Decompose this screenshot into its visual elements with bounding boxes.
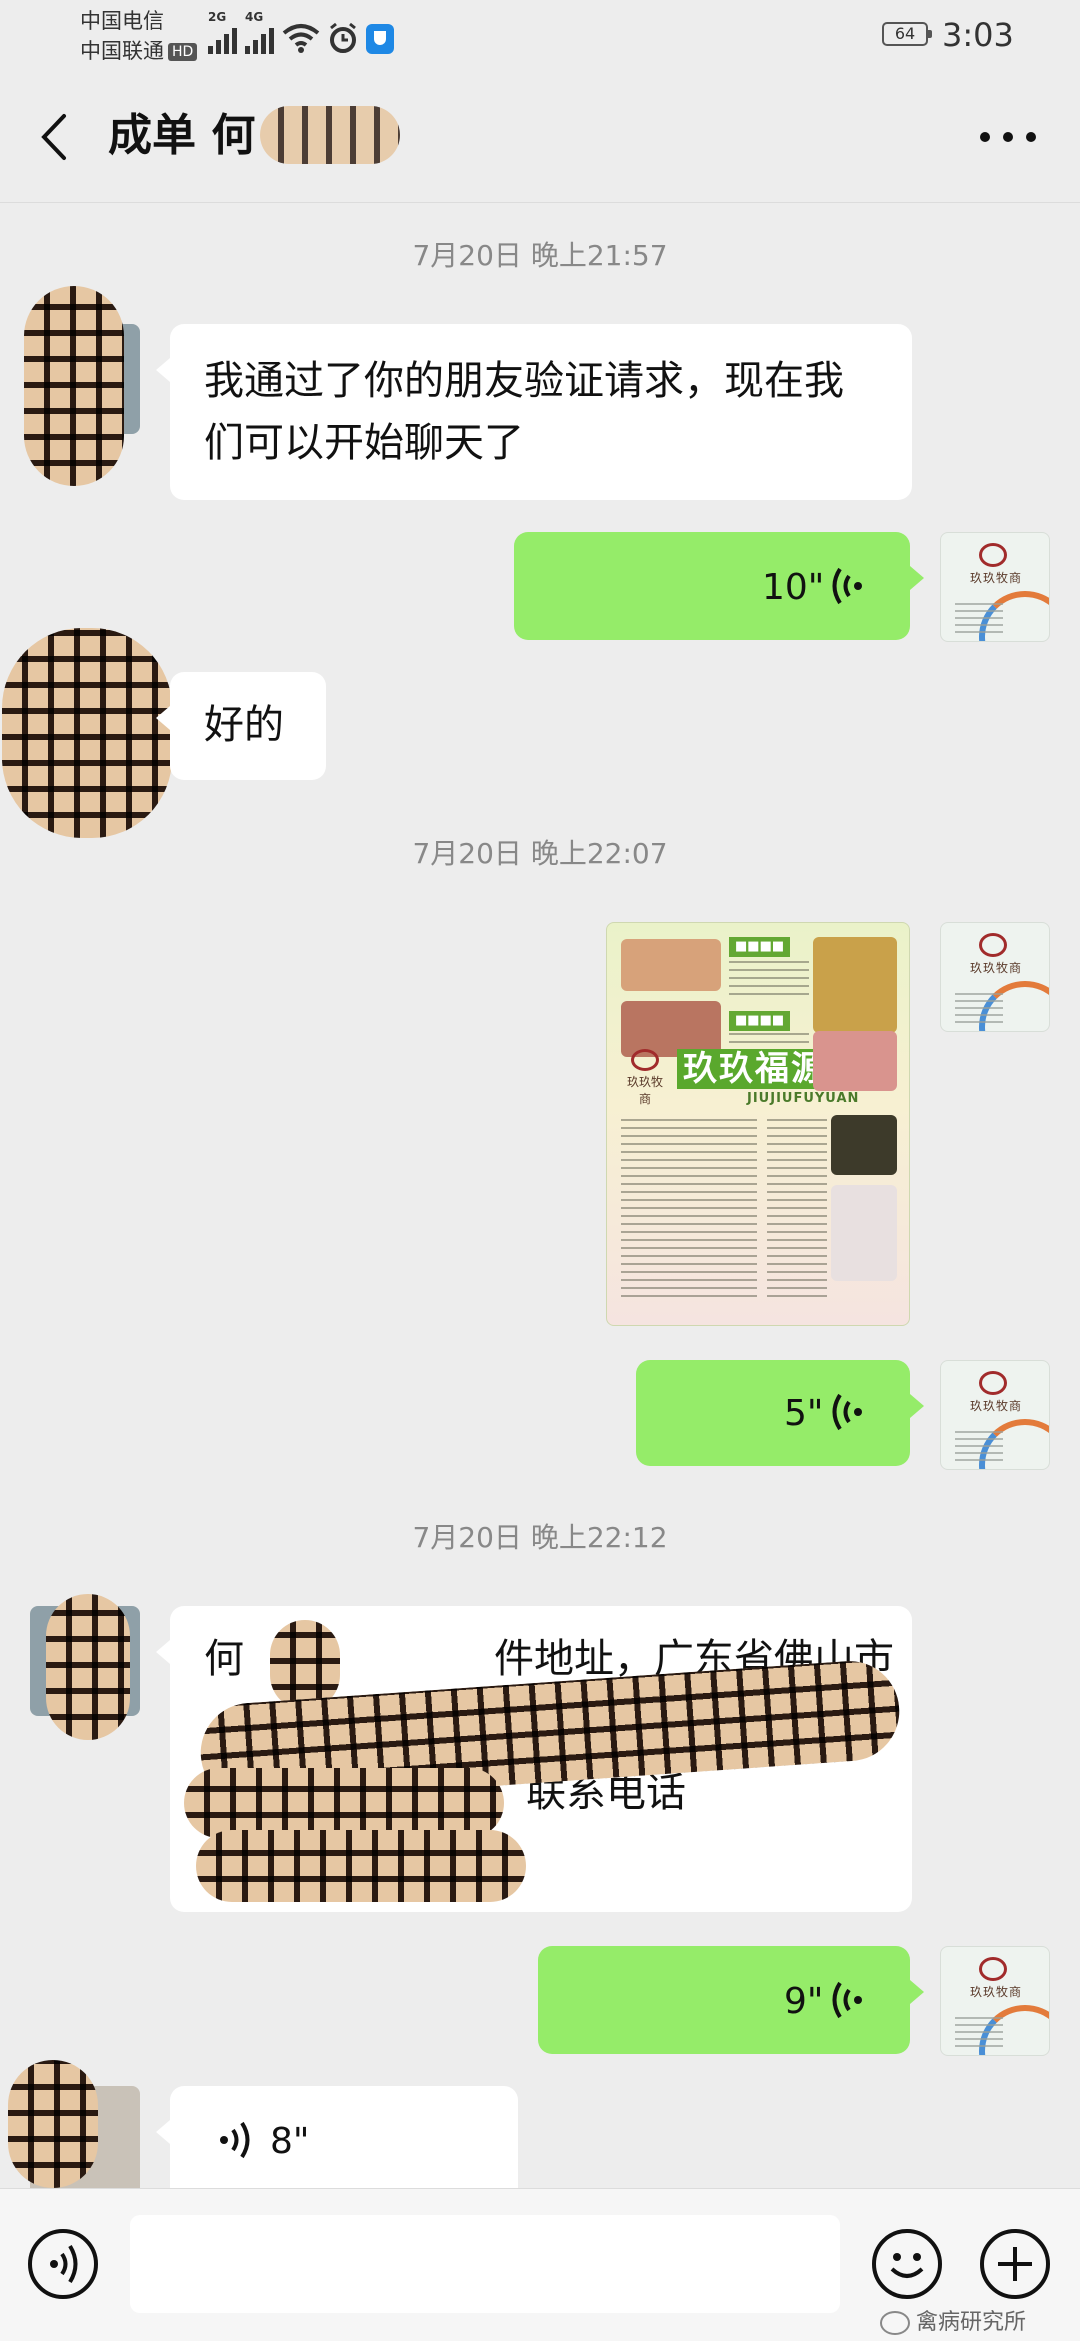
message-input[interactable]: [130, 2215, 840, 2313]
net-type-1: 2G: [208, 10, 227, 24]
voice-duration: 5": [784, 1393, 824, 1434]
redaction-mask: [196, 1830, 526, 1902]
battery-icon: 64: [882, 22, 932, 46]
voice-duration: 10": [762, 567, 825, 608]
carrier-1: 中国电信: [80, 9, 164, 33]
back-button[interactable]: [36, 112, 76, 162]
voice-wave-icon: [832, 1981, 862, 2019]
watermark-text: 禽病研究所: [916, 2310, 1027, 2335]
voice-wave-icon: [832, 1393, 862, 1431]
chat-title: 成单 何: [108, 110, 256, 161]
poster-subtitle: JIUJIUFUYUAN: [747, 1091, 860, 1106]
ellipsis-icon: [980, 132, 990, 142]
wifi-icon: [282, 22, 320, 54]
voice-wave-icon: [832, 567, 862, 605]
avatar-self[interactable]: 玖玖牧商: [940, 1360, 1050, 1470]
redaction-mask: [8, 2060, 98, 2188]
message-text: 何: [204, 1636, 244, 1682]
poster-photo: [621, 939, 721, 991]
poster-logo: 玖玖牧商: [625, 1043, 665, 1106]
redaction-mask: [2, 628, 172, 838]
voice-icon: [50, 2244, 78, 2284]
avatar-brand: 玖玖牧商: [969, 961, 1022, 975]
poster-photo: [831, 1185, 897, 1281]
emoji-button[interactable]: [872, 2229, 942, 2299]
carrier-2-label: 中国联通: [80, 39, 164, 63]
avatar-brand: 玖玖牧商: [969, 571, 1022, 585]
redaction-mask: [24, 286, 124, 486]
clock: 3:03: [942, 16, 1014, 54]
signal-icon: 2G: [208, 10, 237, 54]
redaction-mask: [46, 1594, 130, 1740]
message-text: 我通过了你的朋友验证请求，现在我们可以开始聊天了: [204, 358, 844, 466]
poster-title: 玖玖福源: [677, 1049, 833, 1089]
redaction-mask: [260, 106, 400, 164]
poster-band: ■■■■: [729, 1011, 791, 1031]
signal-icon: 4G: [245, 10, 274, 54]
image-message-poster[interactable]: ■■■■ ■■■■ 玖玖牧商 玖玖福源 JIUJIUFUYUAN: [606, 922, 910, 1326]
voice-message-bubble[interactable]: 8": [156, 2086, 518, 2188]
voice-message-bubble[interactable]: 9": [538, 1946, 924, 2054]
status-bar: 中国电信 中国联通 HD 2G 4G 64 3:03: [0, 0, 1080, 70]
voice-message-bubble[interactable]: 5": [636, 1360, 924, 1466]
hd-badge: HD: [168, 43, 198, 61]
avatar-brand: 玖玖牧商: [969, 1985, 1022, 1999]
avatar-self[interactable]: 玖玖牧商: [940, 532, 1050, 642]
plus-button[interactable]: [980, 2229, 1050, 2299]
chevron-left-icon: [41, 114, 66, 160]
timestamp: 7月20日 晚上22:07: [412, 837, 668, 870]
avatar-self[interactable]: 玖玖牧商: [940, 922, 1050, 1032]
security-shield-icon: [366, 24, 394, 54]
timestamp: 7月20日 晚上22:12: [412, 1521, 668, 1554]
voice-input-button[interactable]: [28, 2229, 98, 2299]
avatar-self[interactable]: 玖玖牧商: [940, 1946, 1050, 2056]
emoji-icon: [890, 2253, 924, 2278]
chat-header: 成单 何: [0, 70, 1080, 203]
voice-duration: 9": [784, 1981, 824, 2022]
voice-duration: 8": [270, 2121, 310, 2162]
watermark: 禽病研究所: [880, 2310, 1026, 2336]
voice-message-bubble[interactable]: 10": [514, 532, 924, 640]
avatar-brand: 玖玖牧商: [969, 1399, 1022, 1413]
more-button[interactable]: [980, 132, 1036, 144]
poster-photo: [831, 1115, 897, 1175]
poster-photo: [813, 937, 897, 1033]
voice-wave-icon: [220, 2121, 250, 2159]
wechat-logo-icon: [880, 2311, 910, 2335]
redaction-mask: [184, 1768, 504, 1838]
message-bubble[interactable]: 好的: [156, 672, 326, 780]
timestamp: 7月20日 晚上21:57: [412, 239, 668, 272]
net-type-2: 4G: [245, 10, 264, 24]
message-bubble[interactable]: 我通过了你的朋友验证请求，现在我们可以开始聊天了: [156, 324, 912, 500]
message-text: 好的: [204, 702, 284, 748]
status-icons: 2G 4G: [208, 10, 394, 54]
carrier-2: 中国联通 HD: [80, 38, 198, 64]
poster-photo: [813, 1031, 897, 1091]
alarm-icon: [328, 22, 358, 54]
poster-band: ■■■■: [729, 937, 791, 957]
plus-icon: [998, 2247, 1032, 2281]
